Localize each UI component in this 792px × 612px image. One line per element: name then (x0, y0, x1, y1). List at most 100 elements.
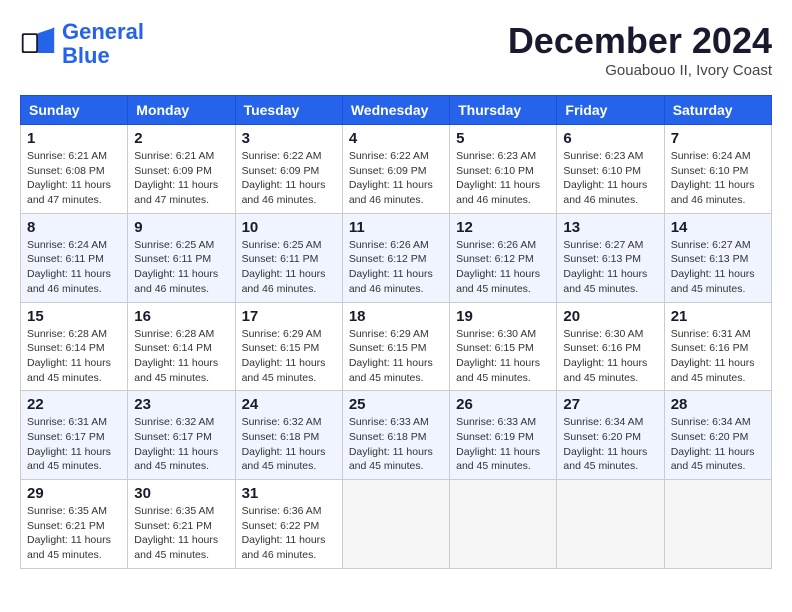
cell-date: 23 (134, 396, 228, 413)
cell-info: Sunrise: 6:26 AMSunset: 6:12 PMDaylight:… (349, 238, 443, 297)
cell-info: Sunrise: 6:30 AMSunset: 6:16 PMDaylight:… (563, 327, 657, 386)
cell-info: Sunrise: 6:29 AMSunset: 6:15 PMDaylight:… (349, 327, 443, 386)
calendar-cell: 13 Sunrise: 6:27 AMSunset: 6:13 PMDayligh… (557, 213, 664, 302)
cell-info: Sunrise: 6:29 AMSunset: 6:15 PMDaylight:… (242, 327, 336, 386)
cell-info: Sunrise: 6:33 AMSunset: 6:18 PMDaylight:… (349, 415, 443, 474)
weekday-monday: Monday (128, 96, 235, 125)
cell-info: Sunrise: 6:27 AMSunset: 6:13 PMDaylight:… (671, 238, 765, 297)
cell-info: Sunrise: 6:28 AMSunset: 6:14 PMDaylight:… (27, 327, 121, 386)
calendar-cell: 29 Sunrise: 6:35 AMSunset: 6:21 PMDayligh… (21, 480, 128, 569)
calendar-table: SundayMondayTuesdayWednesdayThursdayFrid… (20, 95, 772, 569)
cell-date: 27 (563, 396, 657, 413)
cell-date: 24 (242, 396, 336, 413)
cell-date: 2 (134, 130, 228, 147)
cell-info: Sunrise: 6:24 AMSunset: 6:10 PMDaylight:… (671, 149, 765, 208)
cell-info: Sunrise: 6:27 AMSunset: 6:13 PMDaylight:… (563, 238, 657, 297)
cell-info: Sunrise: 6:33 AMSunset: 6:19 PMDaylight:… (456, 415, 550, 474)
cell-date: 31 (242, 485, 336, 502)
calendar-cell: 14Sunrise: 6:27 AMSunset: 6:13 PMDayligh… (664, 213, 771, 302)
calendar-cell: 3 Sunrise: 6:22 AMSunset: 6:09 PMDaylight… (235, 125, 342, 214)
logo-icon (20, 26, 56, 62)
cell-date: 1 (27, 130, 121, 147)
cell-info: Sunrise: 6:22 AMSunset: 6:09 PMDaylight:… (349, 149, 443, 208)
calendar-cell: 30Sunrise: 6:35 AMSunset: 6:21 PMDayligh… (128, 480, 235, 569)
cell-info: Sunrise: 6:25 AMSunset: 6:11 PMDaylight:… (242, 238, 336, 297)
logo: General Blue (20, 20, 144, 68)
title-block: December 2024 Gouabouo II, Ivory Coast (508, 20, 772, 79)
cell-info: Sunrise: 6:24 AMSunset: 6:11 PMDaylight:… (27, 238, 121, 297)
cell-info: Sunrise: 6:31 AMSunset: 6:16 PMDaylight:… (671, 327, 765, 386)
weekday-friday: Friday (557, 96, 664, 125)
cell-date: 26 (456, 396, 550, 413)
cell-date: 29 (27, 485, 121, 502)
cell-date: 16 (134, 308, 228, 325)
cell-date: 11 (349, 219, 443, 236)
cell-date: 25 (349, 396, 443, 413)
calendar-header: SundayMondayTuesdayWednesdayThursdayFrid… (21, 96, 772, 125)
cell-date: 4 (349, 130, 443, 147)
cell-info: Sunrise: 6:25 AMSunset: 6:11 PMDaylight:… (134, 238, 228, 297)
calendar-week-3: 15 Sunrise: 6:28 AMSunset: 6:14 PMDayligh… (21, 302, 772, 391)
cell-info: Sunrise: 6:23 AMSunset: 6:10 PMDaylight:… (456, 149, 550, 208)
cell-date: 28 (671, 396, 765, 413)
cell-date: 19 (456, 308, 550, 325)
calendar-cell: 17 Sunrise: 6:29 AMSunset: 6:15 PMDayligh… (235, 302, 342, 391)
calendar-cell: 21 Sunrise: 6:31 AMSunset: 6:16 PMDayligh… (664, 302, 771, 391)
cell-date: 13 (563, 219, 657, 236)
calendar-cell (450, 480, 557, 569)
cell-info: Sunrise: 6:36 AMSunset: 6:22 PMDaylight:… (242, 504, 336, 563)
cell-date: 30 (134, 485, 228, 502)
month-title: December 2024 (508, 20, 772, 62)
cell-info: Sunrise: 6:35 AMSunset: 6:21 PMDaylight:… (27, 504, 121, 563)
calendar-cell: 10 Sunrise: 6:25 AMSunset: 6:11 PMDayligh… (235, 213, 342, 302)
calendar-cell (664, 480, 771, 569)
cell-date: 7 (671, 130, 765, 147)
weekday-wednesday: Wednesday (342, 96, 449, 125)
calendar-cell: 26 Sunrise: 6:33 AMSunset: 6:19 PMDayligh… (450, 391, 557, 480)
cell-info: Sunrise: 6:21 AMSunset: 6:08 PMDaylight:… (27, 149, 121, 208)
cell-date: 17 (242, 308, 336, 325)
calendar-week-2: 8 Sunrise: 6:24 AMSunset: 6:11 PMDaylight… (21, 213, 772, 302)
cell-info: Sunrise: 6:30 AMSunset: 6:15 PMDaylight:… (456, 327, 550, 386)
weekday-thursday: Thursday (450, 96, 557, 125)
cell-info: Sunrise: 6:31 AMSunset: 6:17 PMDaylight:… (27, 415, 121, 474)
calendar-cell: 25 Sunrise: 6:33 AMSunset: 6:18 PMDayligh… (342, 391, 449, 480)
cell-date: 10 (242, 219, 336, 236)
calendar-cell: 15 Sunrise: 6:28 AMSunset: 6:14 PMDayligh… (21, 302, 128, 391)
cell-info: Sunrise: 6:32 AMSunset: 6:18 PMDaylight:… (242, 415, 336, 474)
cell-date: 21 (671, 308, 765, 325)
weekday-saturday: Saturday (664, 96, 771, 125)
calendar-cell: 28 Sunrise: 6:34 AMSunset: 6:20 PMDayligh… (664, 391, 771, 480)
calendar-cell: 4 Sunrise: 6:22 AMSunset: 6:09 PMDaylight… (342, 125, 449, 214)
weekday-header-row: SundayMondayTuesdayWednesdayThursdayFrid… (21, 96, 772, 125)
calendar-cell: 27 Sunrise: 6:34 AMSunset: 6:20 PMDayligh… (557, 391, 664, 480)
cell-date: 8 (27, 219, 121, 236)
cell-date: 15 (27, 308, 121, 325)
calendar-cell: 16 Sunrise: 6:28 AMSunset: 6:14 PMDayligh… (128, 302, 235, 391)
cell-date: 3 (242, 130, 336, 147)
calendar-cell: 19 Sunrise: 6:30 AMSunset: 6:15 PMDayligh… (450, 302, 557, 391)
cell-date: 12 (456, 219, 550, 236)
calendar-cell: 31 Sunrise: 6:36 AMSunset: 6:22 PMDayligh… (235, 480, 342, 569)
calendar-cell (342, 480, 449, 569)
cell-info: Sunrise: 6:28 AMSunset: 6:14 PMDaylight:… (134, 327, 228, 386)
cell-info: Sunrise: 6:21 AMSunset: 6:09 PMDaylight:… (134, 149, 228, 208)
calendar-cell: 9 Sunrise: 6:25 AMSunset: 6:11 PMDaylight… (128, 213, 235, 302)
calendar-cell: 1 Sunrise: 6:21 AMSunset: 6:08 PMDaylight… (21, 125, 128, 214)
calendar-cell: 11 Sunrise: 6:26 AMSunset: 6:12 PMDayligh… (342, 213, 449, 302)
calendar-cell: 7 Sunrise: 6:24 AMSunset: 6:10 PMDaylight… (664, 125, 771, 214)
calendar-cell: 22 Sunrise: 6:31 AMSunset: 6:17 PMDayligh… (21, 391, 128, 480)
calendar-cell: 20Sunrise: 6:30 AMSunset: 6:16 PMDayligh… (557, 302, 664, 391)
cell-info: Sunrise: 6:22 AMSunset: 6:09 PMDaylight:… (242, 149, 336, 208)
cell-info: Sunrise: 6:34 AMSunset: 6:20 PMDaylight:… (671, 415, 765, 474)
calendar-body: 1 Sunrise: 6:21 AMSunset: 6:08 PMDaylight… (21, 125, 772, 569)
cell-info: Sunrise: 6:34 AMSunset: 6:20 PMDaylight:… (563, 415, 657, 474)
cell-info: Sunrise: 6:26 AMSunset: 6:12 PMDaylight:… (456, 238, 550, 297)
cell-date: 22 (27, 396, 121, 413)
calendar-cell: 18Sunrise: 6:29 AMSunset: 6:15 PMDayligh… (342, 302, 449, 391)
cell-date: 9 (134, 219, 228, 236)
calendar-cell: 2 Sunrise: 6:21 AMSunset: 6:09 PMDaylight… (128, 125, 235, 214)
cell-info: Sunrise: 6:32 AMSunset: 6:17 PMDaylight:… (134, 415, 228, 474)
cell-info: Sunrise: 6:23 AMSunset: 6:10 PMDaylight:… (563, 149, 657, 208)
cell-date: 5 (456, 130, 550, 147)
